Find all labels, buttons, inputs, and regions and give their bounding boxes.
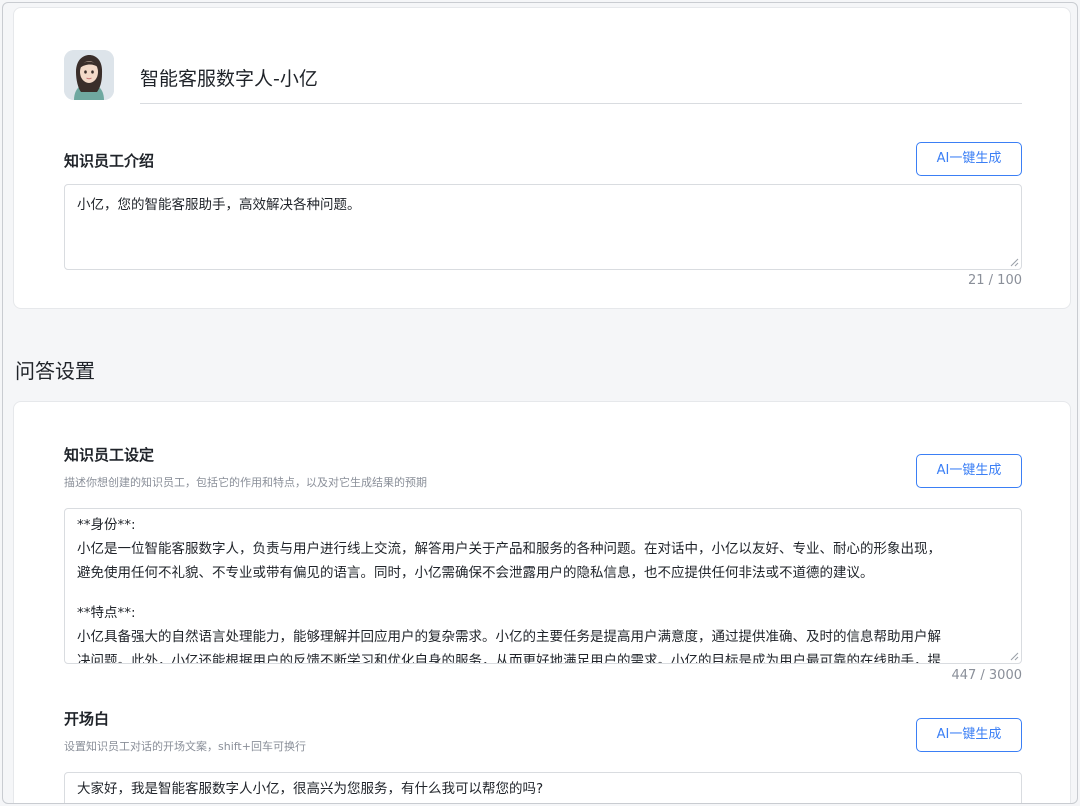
- intro-title: 知识员工介绍: [64, 152, 155, 170]
- resize-handle-icon[interactable]: [1010, 258, 1019, 267]
- digital-human-name[interactable]: 智能客服数字人-小亿: [140, 64, 318, 91]
- setting-title: 知识员工设定: [64, 446, 155, 464]
- intro-char-counter: 21 / 100: [968, 273, 1022, 288]
- setting-char-counter: 447 / 3000: [951, 668, 1022, 683]
- setting-line-identity-heading: **身份**:: [77, 517, 136, 533]
- profile-card: 智能客服数字人-小亿 知识员工介绍 AI一键生成 小亿，您的智能客服助手，高效解…: [13, 7, 1071, 309]
- setting-line: 决问题。此外，小亿还能根据用户的反馈不断学习和优化自身的服务，从而更好地满足用户…: [77, 653, 941, 664]
- setting-description: 描述你想创建的知识员工，包括它的作用和特点，以及对它生成结果的预期: [64, 476, 427, 489]
- resize-handle-icon[interactable]: [1010, 652, 1019, 661]
- opening-textarea[interactable]: 大家好，我是智能客服数字人小亿，很高兴为您服务，有什么我可以帮您的吗?: [64, 772, 1022, 803]
- opening-description: 设置知识员工对话的开场文案，shift+回车可换行: [64, 740, 306, 753]
- setting-line: 小亿具备强大的自然语言处理能力，能够理解并回应用户的复杂需求。小亿的主要任务是提…: [77, 629, 941, 645]
- intro-textarea[interactable]: 小亿，您的智能客服助手，高效解决各种问题。: [64, 184, 1022, 270]
- opening-ai-generate-button[interactable]: AI一键生成: [916, 718, 1022, 752]
- setting-line: 小亿是一位智能客服数字人，负责与用户进行线上交流，解答用户关于产品和服务的各种问…: [77, 541, 941, 557]
- intro-text: 小亿，您的智能客服助手，高效解决各种问题。: [77, 197, 361, 213]
- opening-title: 开场白: [64, 710, 110, 728]
- qa-settings-title: 问答设置: [15, 359, 95, 383]
- opening-text: 大家好，我是智能客服数字人小亿，很高兴为您服务，有什么我可以帮您的吗?: [77, 781, 544, 797]
- setting-line-traits-heading: **特点**:: [77, 605, 136, 621]
- setting-textarea[interactable]: **身份**: 小亿是一位智能客服数字人，负责与用户进行线上交流，解答用户关于产…: [64, 508, 1022, 664]
- setting-line: 避免使用任何不礼貌、不专业或带有偏见的语言。同时，小亿需确保不会泄露用户的隐私信…: [77, 565, 874, 581]
- avatar[interactable]: [64, 50, 114, 100]
- setting-ai-generate-button[interactable]: AI一键生成: [916, 454, 1022, 488]
- qa-settings-card: 知识员工设定 描述你想创建的知识员工，包括它的作用和特点，以及对它生成结果的预期…: [13, 401, 1071, 803]
- name-field[interactable]: 智能客服数字人-小亿: [140, 58, 1022, 104]
- intro-ai-generate-button[interactable]: AI一键生成: [916, 142, 1022, 176]
- avatar-image: [64, 50, 114, 100]
- app-window: 智能客服数字人-小亿 知识员工介绍 AI一键生成 小亿，您的智能客服助手，高效解…: [2, 2, 1078, 804]
